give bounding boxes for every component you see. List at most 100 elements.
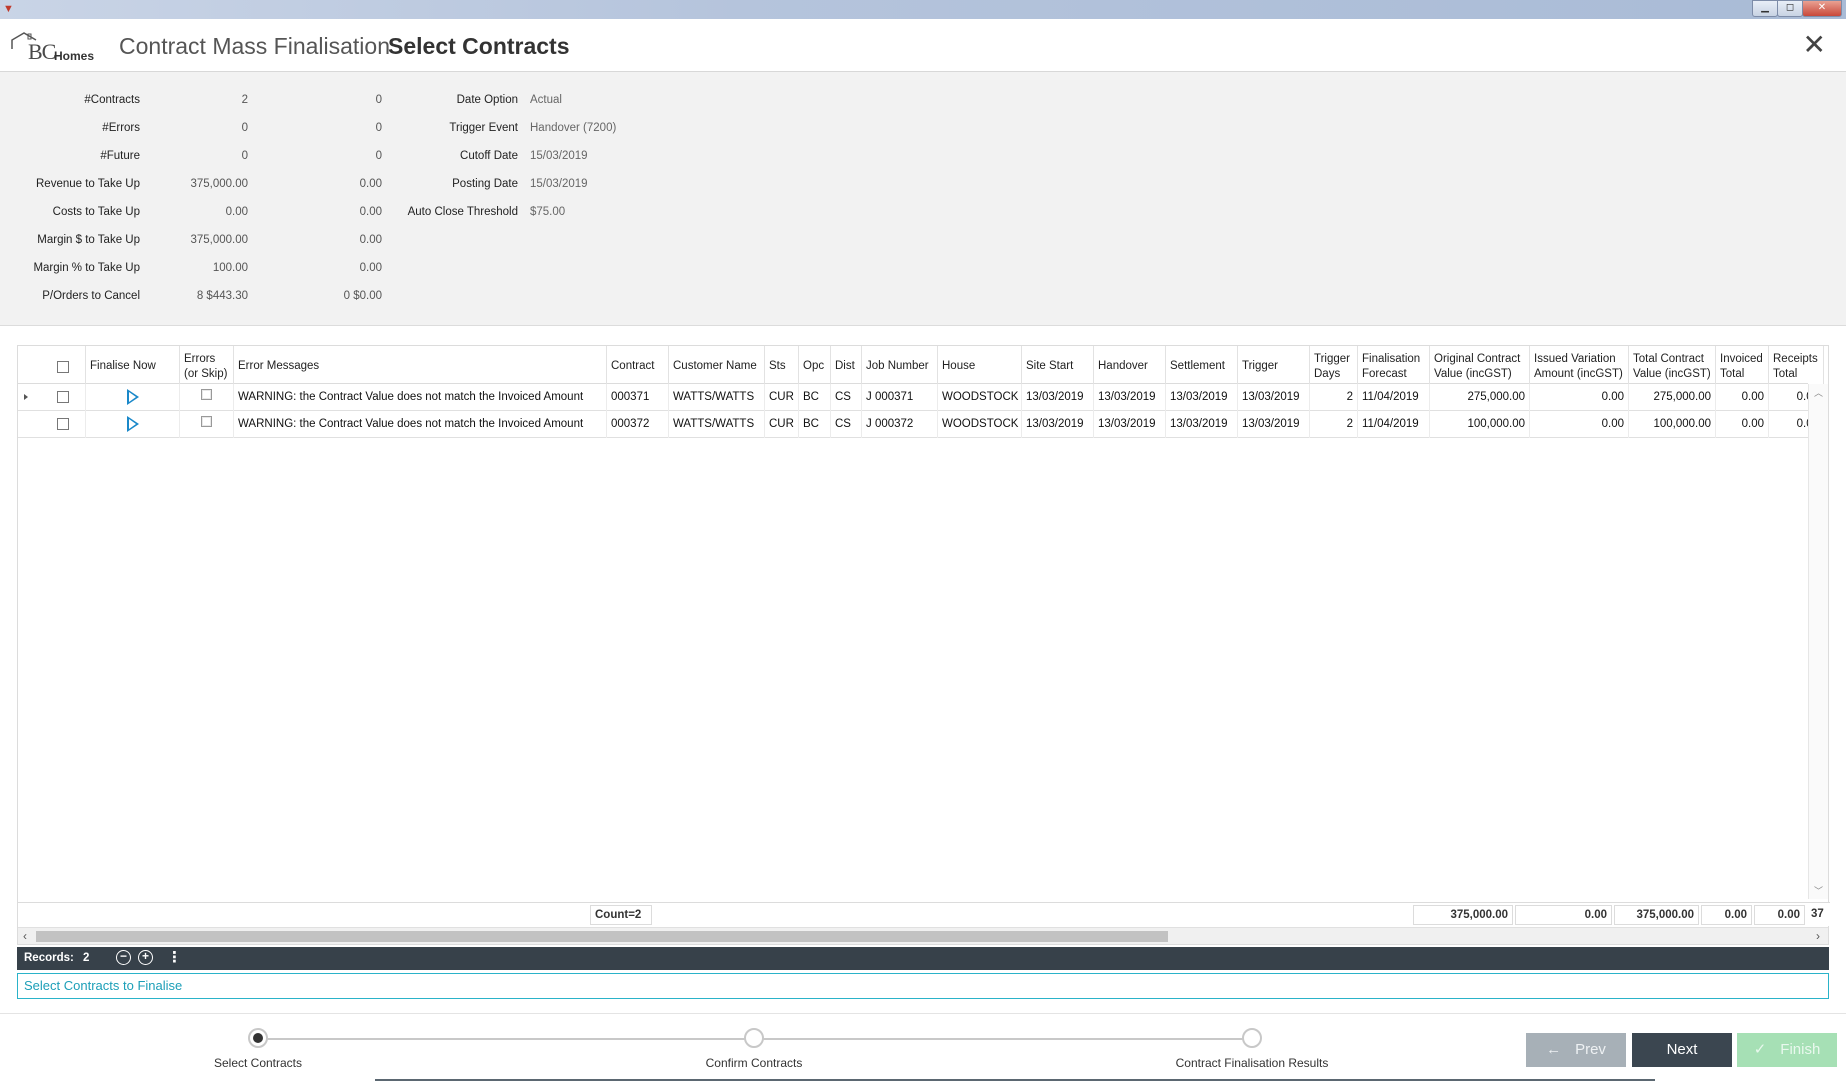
error-message-cell: WARNING: the Contract Value does not mat… bbox=[234, 384, 607, 411]
column-header-site-start[interactable]: Site Start bbox=[1022, 346, 1094, 384]
column-header-finalisation-forecast[interactable]: Finalisation Forecast bbox=[1358, 346, 1430, 384]
summary-label: P/Orders to Cancel bbox=[42, 290, 140, 302]
more-options-icon[interactable]: ⋮ bbox=[167, 948, 182, 968]
settlement-cell: 13/03/2019 bbox=[1166, 411, 1238, 438]
footer-receipts-total: 0.00 bbox=[1754, 905, 1805, 925]
column-header-total-contract-value[interactable]: Total Contract Value (incGST) bbox=[1629, 346, 1716, 384]
horizontal-scroll-thumb[interactable] bbox=[36, 931, 1168, 942]
summary-row-auto-close: Auto Close Threshold $75.00 bbox=[0, 206, 800, 226]
error-message-cell: WARNING: the Contract Value does not mat… bbox=[234, 411, 607, 438]
table-row[interactable]: WARNING: the Contract Value does not mat… bbox=[18, 384, 1824, 411]
original-value-cell: 275,000.00 bbox=[1430, 384, 1530, 411]
skip-checkbox[interactable] bbox=[201, 416, 212, 428]
finish-button[interactable]: ✓ Finish bbox=[1737, 1033, 1837, 1067]
site-start-cell: 13/03/2019 bbox=[1022, 384, 1094, 411]
wizard-step-marker-results[interactable] bbox=[1242, 1028, 1262, 1048]
summary-value: 15/03/2019 bbox=[530, 150, 588, 162]
column-header-dist[interactable]: Dist bbox=[831, 346, 862, 384]
customer-cell: WATTS/WATTS bbox=[669, 384, 765, 411]
wizard-step-marker-confirm[interactable] bbox=[744, 1028, 764, 1048]
column-header-errors[interactable]: Errors (or Skip) bbox=[180, 346, 234, 384]
handover-cell: 13/03/2019 bbox=[1094, 384, 1166, 411]
settlement-cell: 13/03/2019 bbox=[1166, 384, 1238, 411]
close-icon[interactable]: ✕ bbox=[1803, 31, 1826, 59]
column-header-house[interactable]: House bbox=[938, 346, 1022, 384]
company-logo: BC Homes bbox=[10, 31, 102, 65]
dist-cell: CS bbox=[831, 411, 862, 438]
scroll-down-icon[interactable]: ﹀ bbox=[1814, 884, 1823, 897]
summary-label: Margin $ to Take Up bbox=[37, 234, 140, 246]
minimize-button[interactable]: ▁ bbox=[1752, 0, 1778, 17]
column-header-contract[interactable]: Contract bbox=[607, 346, 669, 384]
contract-cell: 000372 bbox=[607, 411, 669, 438]
prev-button[interactable]: ← Prev bbox=[1526, 1033, 1626, 1067]
table-row[interactable]: WARNING: the Contract Value does not mat… bbox=[18, 411, 1824, 438]
summary-label: Posting Date bbox=[452, 178, 518, 190]
select-all-checkbox[interactable] bbox=[57, 360, 69, 373]
column-header-original-contract-value[interactable]: Original Contract Value (incGST) bbox=[1430, 346, 1530, 384]
summary-value: 0 $0.00 bbox=[343, 290, 382, 302]
column-header-finalise-now[interactable]: Finalise Now bbox=[86, 346, 180, 384]
wizard-step-label: Select Contracts bbox=[213, 1056, 303, 1070]
next-button[interactable]: Next bbox=[1632, 1033, 1732, 1067]
expand-plus-icon[interactable]: + bbox=[138, 950, 153, 965]
forecast-cell: 11/04/2019 bbox=[1358, 384, 1430, 411]
column-header-trigger[interactable]: Trigger bbox=[1238, 346, 1310, 384]
status-message: Select Contracts to Finalise bbox=[17, 973, 1829, 999]
prev-button-label: Prev bbox=[1575, 1041, 1606, 1058]
horizontal-scrollbar[interactable]: ‹ › bbox=[18, 927, 1828, 944]
maximize-button[interactable]: ◻ bbox=[1777, 0, 1803, 17]
summary-value: Actual bbox=[530, 94, 562, 106]
next-button-label: Next bbox=[1666, 1041, 1698, 1058]
trigger-days-cell: 2 bbox=[1310, 384, 1358, 411]
column-header-job-number[interactable]: Job Number bbox=[862, 346, 938, 384]
footer-overflow-value: 37 bbox=[1811, 908, 1824, 920]
summary-row-posting-date: Posting Date 15/03/2019 bbox=[0, 178, 800, 198]
opc-cell: BC bbox=[799, 384, 831, 411]
footer-count: Count=2 bbox=[590, 905, 652, 925]
errors-skip-cell bbox=[180, 384, 234, 411]
column-header-issued-variation[interactable]: Issued Variation Amount (incGST) bbox=[1530, 346, 1629, 384]
skip-checkbox[interactable] bbox=[201, 389, 212, 401]
scroll-up-icon[interactable]: ︿ bbox=[1814, 386, 1823, 399]
footer-contract-total: 375,000.00 bbox=[1614, 905, 1699, 925]
column-header-indicator bbox=[18, 346, 40, 384]
scroll-right-icon[interactable]: › bbox=[1816, 928, 1820, 944]
column-header-trigger-days[interactable]: Trigger Days bbox=[1310, 346, 1358, 384]
row-select-checkbox[interactable] bbox=[56, 390, 69, 403]
column-header-opc[interactable]: Opc bbox=[799, 346, 831, 384]
column-header-handover[interactable]: Handover bbox=[1094, 346, 1166, 384]
page-subtitle: Select Contracts bbox=[388, 33, 570, 59]
row-select-checkbox[interactable] bbox=[56, 417, 69, 430]
dist-cell: CS bbox=[831, 384, 862, 411]
column-header-receipts-total[interactable]: Receipts Total bbox=[1769, 346, 1824, 384]
column-header-sts[interactable]: Sts bbox=[765, 346, 799, 384]
vertical-scrollbar[interactable]: ︿ ﹀ bbox=[1808, 384, 1828, 899]
wizard-footer: Select Contracts Confirm Contracts Contr… bbox=[0, 1013, 1846, 1081]
row-indicator-icon bbox=[24, 394, 28, 400]
summary-value: 0.00 bbox=[359, 234, 382, 246]
window-controls: ▁ ◻ ✕ bbox=[1752, 0, 1842, 17]
collapse-minus-icon[interactable]: − bbox=[116, 950, 131, 965]
finish-button-label: Finish bbox=[1780, 1041, 1821, 1058]
customer-cell: WATTS/WATTS bbox=[669, 411, 765, 438]
finalise-now-cell bbox=[86, 384, 180, 411]
original-value-cell: 100,000.00 bbox=[1430, 411, 1530, 438]
column-header-settlement[interactable]: Settlement bbox=[1166, 346, 1238, 384]
footer-invoiced-total: 0.00 bbox=[1701, 905, 1752, 925]
wizard-step-marker-select[interactable] bbox=[248, 1028, 268, 1048]
play-icon[interactable] bbox=[126, 388, 139, 405]
summary-value: 15/03/2019 bbox=[530, 178, 588, 190]
column-header-error-messages[interactable]: Error Messages bbox=[234, 346, 607, 384]
window-close-button[interactable]: ✕ bbox=[1802, 0, 1842, 17]
play-icon[interactable] bbox=[126, 415, 139, 432]
window-titlebar: ▼ ▁ ◻ ✕ bbox=[0, 0, 1846, 19]
summary-value: 100.00 bbox=[212, 262, 248, 274]
trigger-cell: 13/03/2019 bbox=[1238, 384, 1310, 411]
column-header-invoiced-total[interactable]: Invoiced Total bbox=[1716, 346, 1769, 384]
column-header-customer-name[interactable]: Customer Name bbox=[669, 346, 765, 384]
scroll-left-icon[interactable]: ‹ bbox=[23, 928, 27, 944]
page-header: BC Homes Contract Mass Finalisation Sele… bbox=[0, 19, 1846, 72]
arrow-left-icon: ← bbox=[1546, 1041, 1562, 1058]
summary-value: Handover (7200) bbox=[530, 122, 617, 134]
